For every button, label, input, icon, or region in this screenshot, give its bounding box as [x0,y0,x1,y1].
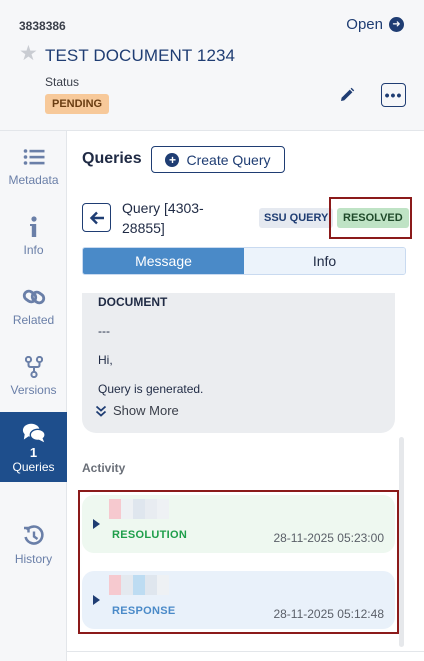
document-title: TEST DOCUMENT 1234 [45,46,236,65]
sidebar-item-label: Related [12,313,55,327]
more-options-button[interactable]: ••• [381,83,406,107]
list-icon [22,145,46,169]
open-button[interactable]: Open ➜ [346,16,404,33]
double-chevron-down-icon [95,405,107,417]
back-button[interactable] [82,203,111,232]
link-icon [22,285,46,309]
status-label: Status [45,75,80,89]
tab-message[interactable]: Message [83,248,244,274]
plus-circle-icon: + [165,152,180,167]
highlight-frame [78,490,399,634]
message-line: Hi, [98,353,113,367]
create-query-label: Create Query [186,151,271,168]
arrow-right-circle-icon: ➜ [389,17,404,32]
activity-heading: Activity [82,461,126,475]
sidebar-item-label: History [14,552,53,566]
message-line: --- [98,324,110,338]
info-icon [22,215,46,239]
message-line: Query is generated. [98,382,204,396]
sidebar: Metadata Info Related Versions 1 Queries… [0,131,67,661]
show-more-label: Show More [113,403,179,418]
sidebar-item-label: Versions [10,383,57,397]
tab-info[interactable]: Info [244,248,405,274]
chat-icon [22,421,46,445]
document-id: 3838386 [19,19,66,33]
query-state-badge: RESOLVED [337,208,409,228]
queries-count: 1 [29,444,38,460]
create-query-button[interactable]: + Create Query [151,146,285,173]
sidebar-item-history[interactable]: History [0,510,67,580]
star-icon[interactable]: ★ [19,43,39,64]
query-tabs: Message Info [82,247,406,275]
status-badge: PENDING [45,94,110,114]
sidebar-item-queries[interactable]: 1 Queries [0,412,67,482]
sidebar-item-related[interactable]: Related [0,271,67,341]
scrollbar[interactable] [399,437,404,647]
document-header: 3838386 Open ➜ ★ TEST DOCUMENT 1234 Stat… [0,0,424,131]
ellipsis-icon: ••• [384,87,403,103]
sidebar-item-info[interactable]: Info [0,201,67,271]
sidebar-item-label: Queries [12,459,55,474]
pencil-icon[interactable] [338,86,356,104]
sidebar-item-metadata[interactable]: Metadata [0,131,67,201]
divider [67,651,424,652]
sidebar-item-label: Metadata [8,173,59,187]
queries-heading: Queries [82,150,142,167]
message-line: DOCUMENT [98,295,168,309]
branch-icon [22,355,46,379]
show-more-link[interactable]: Show More [95,403,179,418]
open-button-label: Open [346,16,383,33]
queries-panel: Queries + Create Query Query [4303-28855… [67,131,424,661]
arrow-left-icon [89,211,104,224]
query-title: Query [4303-28855] [122,200,204,236]
message-body: DOCUMENT --- Hi, Query is generated. Sho… [82,293,395,433]
history-icon [22,524,46,548]
sidebar-item-versions[interactable]: Versions [0,341,67,411]
query-source-badge: SSU QUERY [259,208,334,228]
sidebar-item-label: Info [23,243,44,257]
